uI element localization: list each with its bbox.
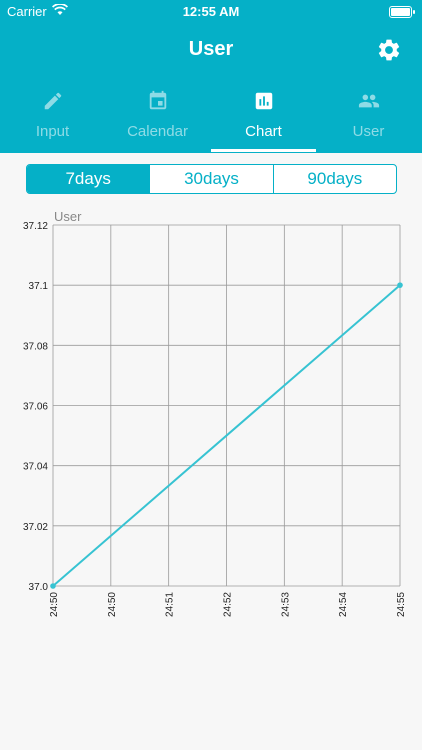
range-30days-button[interactable]: 30days [149,165,272,193]
clock: 12:55 AM [182,4,240,19]
line-chart: 37.0 37.02 37.04 37.06 37.08 37.1 37.12 24:50 24… [23,209,407,617]
y-tick-label: 37.0 [29,582,49,593]
battery-icon [389,6,415,18]
tab-chart-label: Chart [245,123,282,140]
page-title: User [188,38,234,60]
data-point [397,282,403,288]
tab-user[interactable]: User [316,84,421,153]
bar-chart-icon [255,92,273,110]
status-bar: Carrier 12:55 AM [0,0,422,24]
tab-chart[interactable]: Chart [211,84,316,153]
x-tick-label: 24:50 [49,592,60,617]
range-selector: 7days 30days 90days [26,164,397,194]
tab-input[interactable]: Input [0,84,105,153]
range-7days-button[interactable]: 7days [27,165,150,193]
app-header: Carrier 12:55 AM User Input Calendar Cha… [0,0,422,153]
data-point [50,583,56,589]
y-tick-label: 37.02 [23,522,48,533]
users-icon [358,94,380,108]
tab-calendar[interactable]: Calendar [105,84,210,153]
active-tab-indicator [211,149,316,152]
x-tick-label: 24:53 [280,592,291,617]
x-tick-label: 24:54 [338,592,349,617]
gear-icon[interactable] [376,37,402,63]
x-tick-label: 24:51 [165,592,176,617]
y-tick-label: 37.12 [23,221,48,232]
tab-bar: Input Calendar Chart User [0,84,422,153]
x-tick-label: 24:52 [223,592,234,617]
tab-user-label: User [352,123,385,140]
y-tick-label: 37.1 [29,281,49,292]
calendar-icon [149,90,167,110]
pencil-icon [44,92,62,110]
y-tick-label: 37.06 [23,402,48,413]
y-tick-label: 37.08 [23,341,48,352]
tab-input-label: Input [35,123,70,140]
x-tick-label: 24:55 [396,592,407,617]
x-tick-label: 24:50 [107,592,118,617]
tab-calendar-label: Calendar [127,123,188,140]
y-tick-label: 37.04 [23,462,48,473]
series-label: User [54,209,82,224]
range-90days-button[interactable]: 90days [272,165,396,193]
